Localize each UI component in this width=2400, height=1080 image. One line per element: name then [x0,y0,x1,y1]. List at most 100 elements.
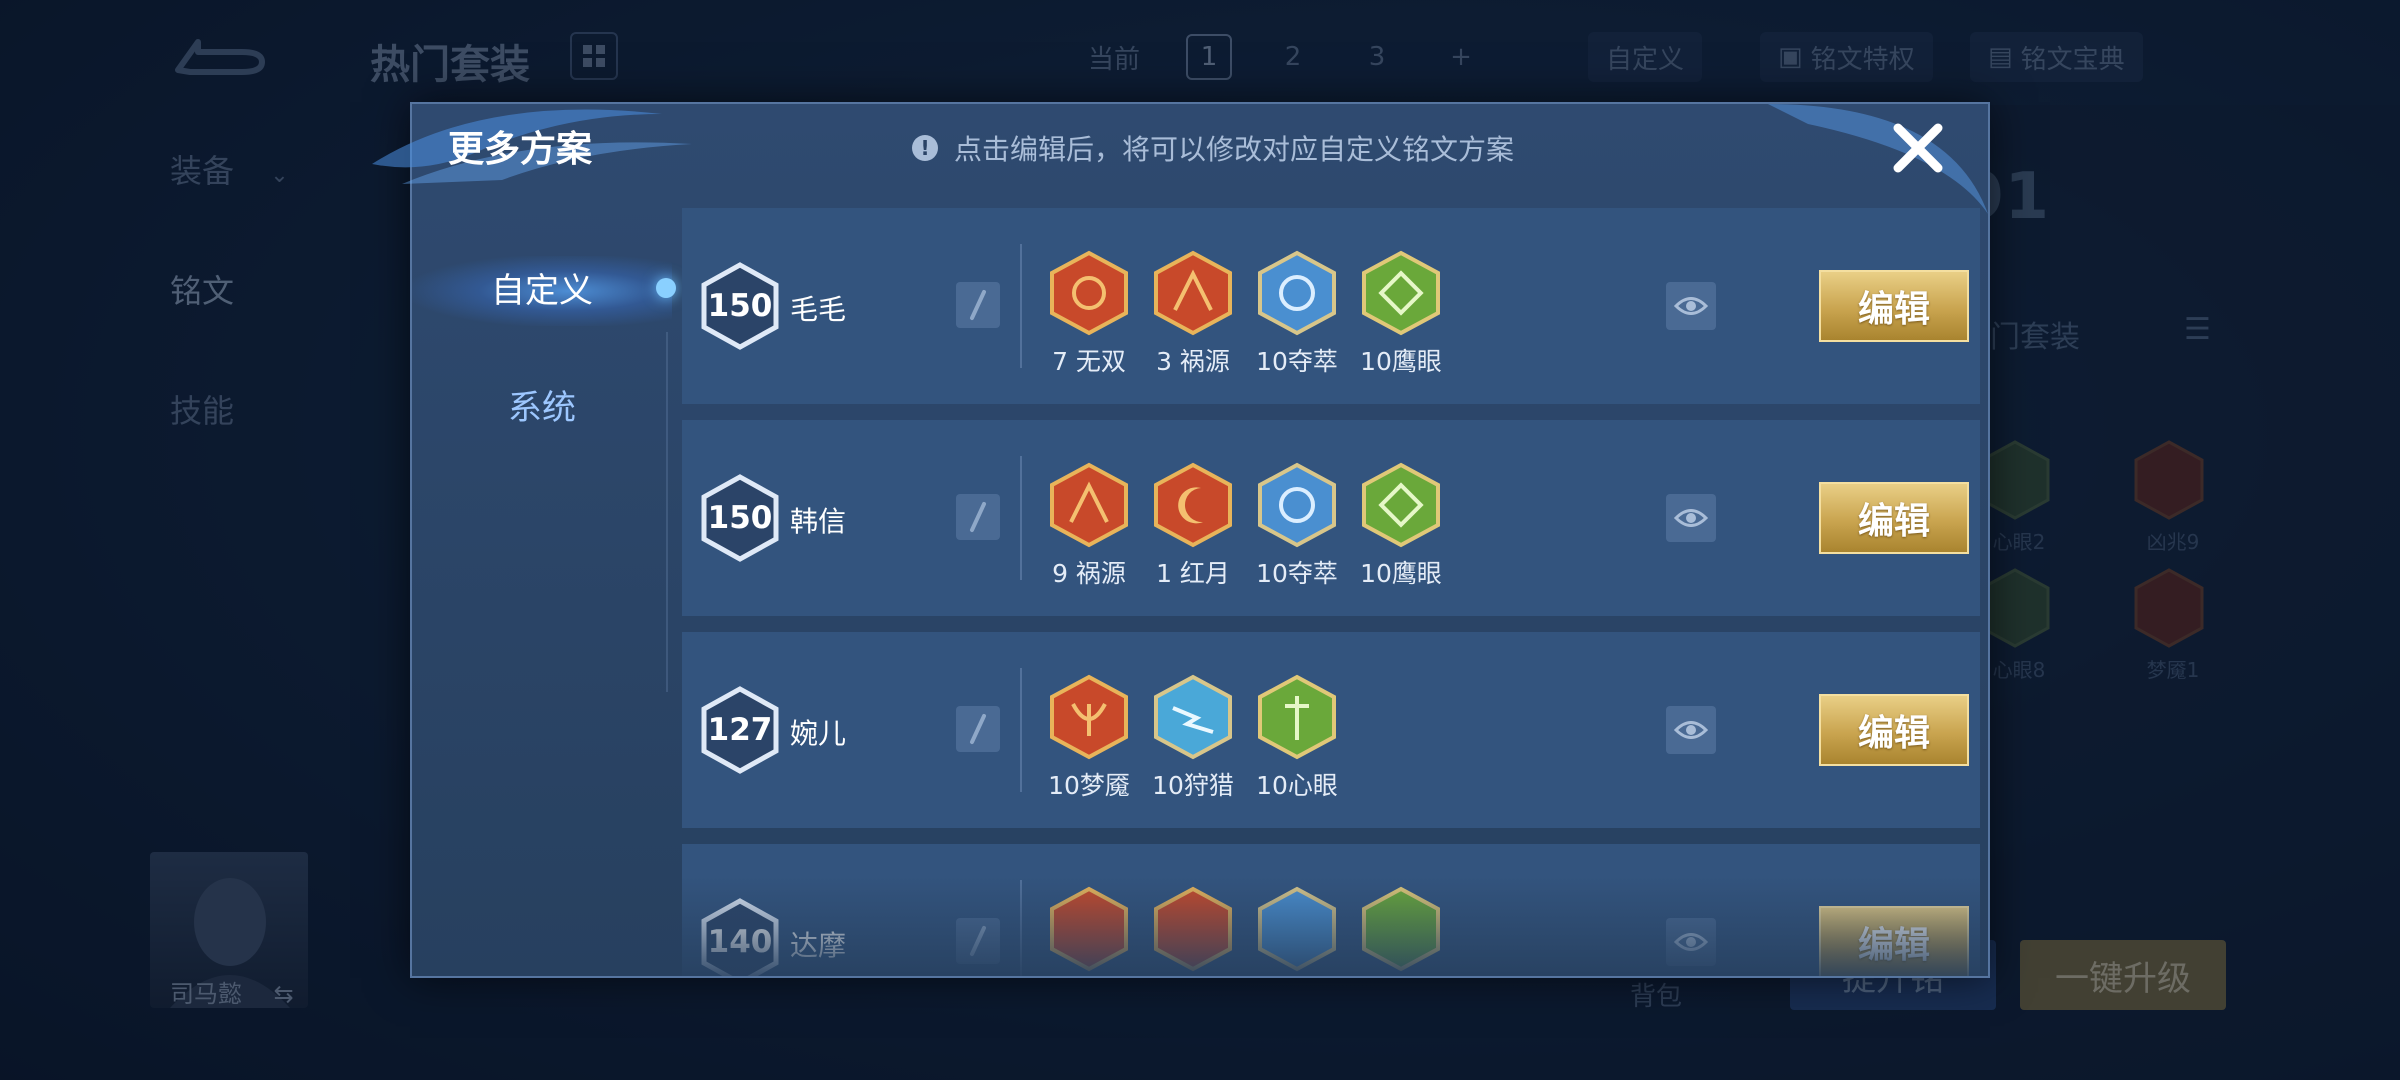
rename-button[interactable] [956,494,1000,540]
rune-item[interactable]: 10梦魇 [1037,674,1141,802]
rune-list: 7 无双 3 祸源 10夺萃 10鹰眼 [1037,250,1453,378]
rune-item[interactable] [1037,886,1141,972]
edit-button[interactable]: 编辑 [1819,270,1969,342]
rune-label: 9 祸源 [1052,559,1126,588]
plan-name: 毛毛 [790,293,847,326]
treasury-button[interactable]: ▤ 铭文宝典 [1970,32,2143,82]
treasury-icon: ▤ [1988,42,2013,72]
add-page-button[interactable]: + [1438,34,1484,80]
plan-name: 韩信 [790,505,847,538]
grid-icon[interactable] [570,32,618,80]
pencil-icon [970,926,986,956]
close-icon[interactable] [1888,118,1948,178]
rename-button[interactable] [956,706,1000,752]
tab-custom[interactable]: 自定义 [412,256,672,326]
dialog-title: 更多方案 [448,129,593,170]
back-arrow-icon[interactable] [170,28,270,84]
row-divider [1020,456,1022,580]
plan-list[interactable]: 150 毛毛 7 无双 3 祸源 10夺萃 10鹰眼 编辑 150 韩信 9 祸… [682,208,1982,976]
rune-label: 10夺萃 [1256,559,1338,588]
plan-row: 140 达摩 编辑 [682,844,1980,976]
rune-green-icon [1362,250,1440,336]
side-nav-runes[interactable]: 铭文 [170,266,234,312]
rune-item[interactable]: 10狩猎 [1141,674,1245,802]
edit-button[interactable]: 编辑 [1819,906,1969,976]
chevron-down-icon: ⌄ [270,163,289,188]
rune-item[interactable] [1141,886,1245,972]
rune-slot[interactable]: 梦魇1 [2134,568,2204,682]
tab-current[interactable]: 当前 [1080,34,1148,80]
tab-system[interactable]: 系统 [412,380,672,429]
active-indicator [656,278,676,298]
side-nav-skills[interactable]: 技能 [170,386,234,432]
tab-page-2[interactable]: 2 [1270,34,1316,80]
rune-item[interactable]: 10鹰眼 [1349,462,1453,590]
treasury-label: 铭文宝典 [2020,44,2125,75]
row-divider [1020,244,1022,368]
rune-list [1037,886,1453,972]
rune-red-icon [1050,250,1128,336]
rune-item[interactable] [1349,886,1453,972]
menu-icon[interactable]: ☰ [2184,312,2211,347]
rune-item[interactable]: 1 红月 [1141,462,1245,590]
privilege-button[interactable]: ▣ 铭文特权 [1760,32,1933,82]
plan-level: 150 [707,288,773,324]
preview-button[interactable] [1666,494,1716,542]
rune-slot-label: 梦魇1 [2146,658,2200,682]
rune-label: 10夺萃 [1256,347,1338,376]
side-nav-equipment-label: 装备 [170,152,235,190]
plan-name: 达摩 [790,929,847,962]
rune-item[interactable]: 9 祸源 [1037,462,1141,590]
book-icon: ▣ [1778,42,1803,72]
swap-icon[interactable]: ⇆ [274,980,294,1008]
rune-item[interactable]: 7 无双 [1037,250,1141,378]
hint-text: ! 点击编辑后，将可以修改对应自定义铭文方案 [912,128,1514,168]
hot-sets-title: 热门套装 [370,42,530,88]
rename-button[interactable] [956,282,1000,328]
rune-blue-icon [1258,886,1336,972]
preview-button[interactable] [1666,706,1716,754]
rune-item[interactable]: 10心眼 [1245,674,1349,802]
rune-label: 7 无双 [1052,347,1126,376]
rune-label: 10心眼 [1256,771,1338,800]
rune-green-icon [1362,886,1440,972]
rune-red-icon [1154,886,1232,972]
rune-item[interactable]: 10鹰眼 [1349,250,1453,378]
rune-slot[interactable]: 心眼2 [1980,440,2050,554]
hint-label: 点击编辑后，将可以修改对应自定义铭文方案 [954,133,1515,166]
rune-blue-icon [1154,674,1232,760]
preview-button[interactable] [1666,282,1716,330]
preview-button[interactable] [1666,918,1716,966]
eye-icon [1674,297,1708,315]
custom-button[interactable]: 自定义 [1588,32,1703,82]
rune-label: 3 祸源 [1156,347,1230,376]
tab-page-3[interactable]: 3 [1354,34,1400,80]
pencil-icon [970,290,986,320]
rune-item[interactable] [1245,886,1349,972]
row-divider [1020,880,1022,976]
rune-label: 10梦魇 [1048,771,1130,800]
rename-button[interactable] [956,918,1000,964]
rune-label: 10鹰眼 [1360,347,1442,376]
tab-page-1[interactable]: 1 [1186,34,1233,80]
eye-icon [1674,509,1708,527]
rune-item[interactable]: 3 祸源 [1141,250,1245,378]
rune-label: 10狩猎 [1152,771,1234,800]
rune-item[interactable]: 10夺萃 [1245,462,1349,590]
rune-slot[interactable]: 凶兆9 [2134,440,2204,554]
hero-name: 司马懿 ⇆ [170,974,294,1009]
one-click-upgrade-button[interactable]: 一键升级 [2020,940,2226,1010]
side-nav-equipment[interactable]: 装备 ⌄ [170,146,289,192]
rune-slot[interactable]: 心眼8 [1980,568,2050,682]
rune-item[interactable]: 10夺萃 [1245,250,1349,378]
bag-label[interactable]: 背包 [1630,976,1682,1013]
rune-red-icon [1154,462,1232,548]
rune-blue-icon [1258,250,1336,336]
plan-level: 150 [707,500,773,536]
hot-sets-label: 门套装 [1990,320,2080,355]
edit-button[interactable]: 编辑 [1819,482,1969,554]
plan-row: 150 毛毛 7 无双 3 祸源 10夺萃 10鹰眼 编辑 [682,208,1980,404]
row-divider [1020,668,1022,792]
edit-button[interactable]: 编辑 [1819,694,1969,766]
page-tabs: 当前 1 2 3 + [1080,32,1522,82]
